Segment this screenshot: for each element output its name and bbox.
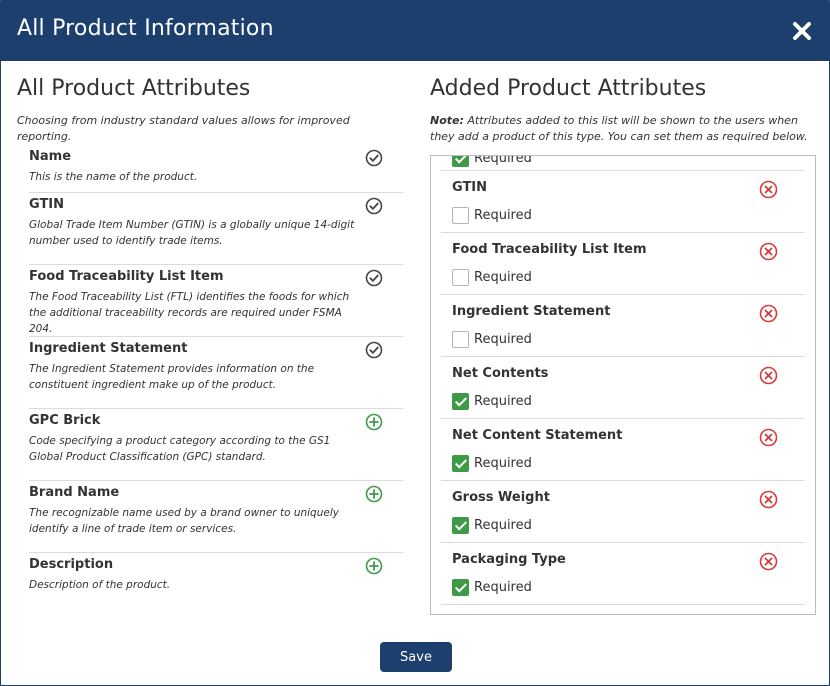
required-checkbox[interactable] — [452, 393, 469, 410]
remove-circle-icon[interactable] — [759, 304, 778, 323]
required-label: Required — [474, 394, 532, 409]
attribute-item: Brand Name The recognizable name used by … — [29, 481, 403, 553]
attribute-name: Food Traceability List Item — [29, 269, 224, 284]
added-attribute-name: Gross Weight — [452, 490, 550, 505]
attribute-item: Food Traceability List Item The Food Trac… — [29, 265, 403, 337]
remove-circle-icon[interactable] — [759, 366, 778, 385]
added-item: Required — [441, 155, 805, 171]
save-button[interactable]: Save — [380, 642, 452, 672]
check-circle-icon — [365, 341, 383, 359]
attribute-item: GTIN Global Trade Item Number (GTIN) is a… — [29, 193, 403, 265]
added-attribute-name: Net Contents — [452, 366, 549, 381]
attribute-description: This is the name of the product. — [29, 171, 198, 183]
attribute-list: Name This is the name of the product. GTIN… — [29, 145, 403, 625]
added-item: Packaging Type Required — [441, 543, 805, 605]
added-attribute-name: Food Traceability List Item — [452, 242, 647, 257]
attribute-item: Ingredient Statement The Ingredient State… — [29, 337, 403, 409]
required-label: Required — [474, 270, 532, 285]
attribute-description: Code specifying a product category accor… — [29, 435, 331, 463]
attribute-description: Description of the product. — [29, 579, 171, 591]
attribute-name: Ingredient Statement — [29, 341, 188, 356]
added-item: GTIN Required — [441, 171, 805, 233]
attribute-item: Description Description of the product. — [29, 553, 403, 625]
required-label: Required — [474, 518, 532, 533]
added-attribute-name: GTIN — [452, 180, 488, 195]
added-item: Net Contents Required — [441, 357, 805, 419]
required-checkbox[interactable] — [452, 331, 469, 348]
attribute-name: Name — [29, 149, 72, 164]
attribute-item: GPC Brick Code specifying a product categ… — [29, 409, 403, 481]
added-attributes-title: Added Product Attributes — [430, 76, 707, 101]
check-circle-icon — [365, 269, 383, 287]
added-item: Food Traceability List Item Required — [441, 233, 805, 295]
modal-title: All Product Information — [17, 16, 274, 41]
close-icon[interactable] — [791, 20, 813, 42]
plus-circle-icon[interactable] — [365, 413, 383, 431]
added-item: Net Content Statement Required — [441, 419, 805, 481]
required-label: Required — [474, 155, 532, 166]
remove-circle-icon[interactable] — [759, 428, 778, 447]
attribute-description: The Food Traceability List (FTL) identif… — [29, 291, 350, 335]
attribute-name: Description — [29, 557, 114, 572]
remove-circle-icon[interactable] — [759, 490, 778, 509]
added-attributes-note: Note: Attributes added to this list will… — [430, 113, 820, 145]
required-checkbox[interactable] — [452, 455, 469, 472]
added-item: Gross Weight Required — [441, 481, 805, 543]
attribute-name: GPC Brick — [29, 413, 101, 428]
remove-circle-icon[interactable] — [759, 242, 778, 261]
remove-circle-icon[interactable] — [759, 552, 778, 571]
all-attributes-panel: All Product Attributes Choosing from ind… — [17, 73, 407, 591]
added-attributes-list[interactable]: Required GTIN Required Food Traceability Li… — [430, 155, 816, 615]
note-text: Attributes added to this list will be sh… — [430, 114, 808, 143]
attribute-description: The Ingredient Statement provides inform… — [29, 363, 315, 391]
all-attributes-title: All Product Attributes — [17, 76, 251, 101]
required-label: Required — [474, 208, 532, 223]
required-checkbox[interactable] — [452, 517, 469, 534]
check-circle-icon — [365, 149, 383, 167]
added-attribute-name: Ingredient Statement — [452, 304, 611, 319]
note-label: Note: — [430, 114, 464, 127]
required-checkbox[interactable] — [452, 579, 469, 596]
added-item: Ingredient Statement Required — [441, 295, 805, 357]
required-checkbox[interactable] — [452, 207, 469, 224]
required-checkbox[interactable] — [452, 269, 469, 286]
added-attributes-panel: Added Product Attributes Note: Attribute… — [430, 73, 820, 615]
modal-header: All Product Information — [1, 1, 829, 61]
required-label: Required — [474, 456, 532, 471]
attribute-description: Global Trade Item Number (GTIN) is a glo… — [29, 219, 355, 247]
attribute-description: The recognizable name used by a brand ow… — [29, 507, 339, 535]
attribute-name: Brand Name — [29, 485, 120, 500]
attribute-name: GTIN — [29, 197, 65, 212]
added-attribute-name: Net Content Statement — [452, 428, 623, 443]
plus-circle-icon[interactable] — [365, 557, 383, 575]
remove-circle-icon[interactable] — [759, 180, 778, 199]
check-circle-icon — [365, 197, 383, 215]
required-checkbox[interactable] — [452, 156, 469, 167]
product-info-modal: All Product Information All Product Attr… — [0, 0, 830, 686]
added-attribute-name: Packaging Type — [452, 552, 566, 567]
required-label: Required — [474, 580, 532, 595]
attribute-item: Name This is the name of the product. — [29, 145, 403, 193]
plus-circle-icon[interactable] — [365, 485, 383, 503]
required-label: Required — [474, 332, 532, 347]
all-attributes-subtitle: Choosing from industry standard values a… — [17, 114, 350, 143]
